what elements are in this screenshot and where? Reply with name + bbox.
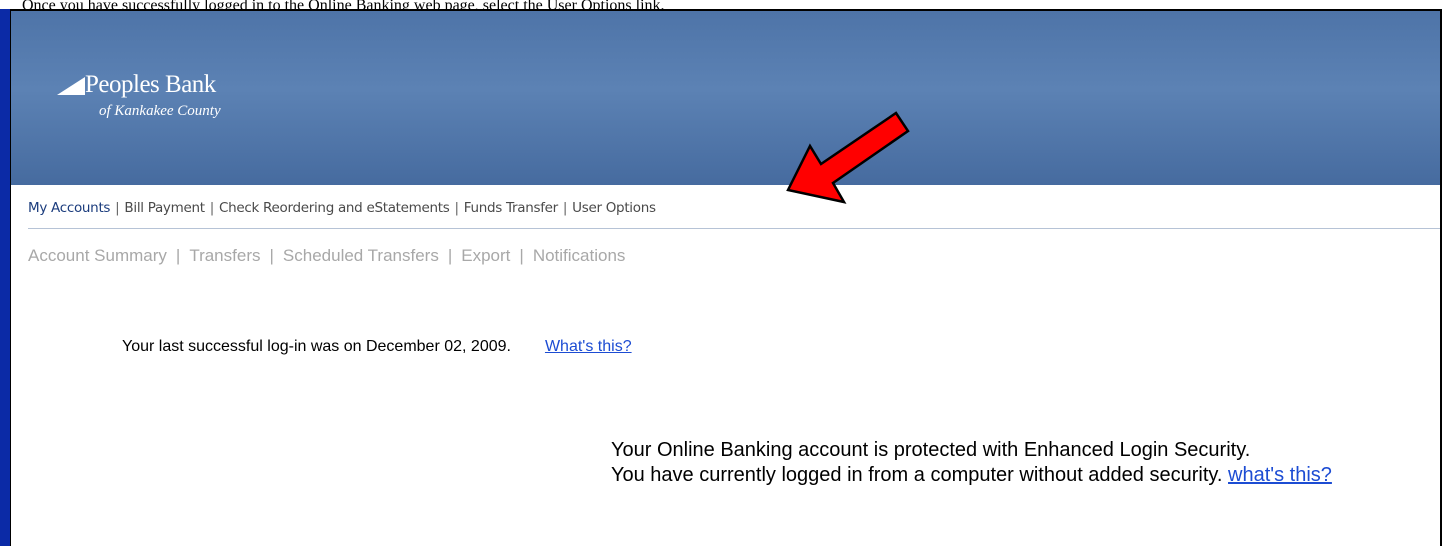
nav-separator: | bbox=[209, 200, 215, 216]
nav-my-accounts[interactable]: My Accounts bbox=[28, 200, 110, 216]
nav-bill-payment[interactable]: Bill Payment bbox=[124, 200, 205, 216]
subnav-separator: | bbox=[175, 246, 181, 265]
header-banner: Peoples Bank of Kankakee County bbox=[11, 11, 1440, 185]
bank-subtitle: of Kankakee County bbox=[99, 103, 221, 119]
nav-separator: | bbox=[115, 200, 120, 216]
last-login-info: Your last successful log-in was on Decem… bbox=[122, 338, 632, 356]
nav-funds-transfer[interactable]: Funds Transfer bbox=[464, 200, 558, 216]
subnav-scheduled-transfers[interactable]: Scheduled Transfers bbox=[283, 246, 439, 265]
window-left-border bbox=[0, 9, 11, 546]
security-notice: Your Online Banking account is protected… bbox=[611, 438, 1440, 488]
subnav-separator: | bbox=[447, 246, 453, 265]
subnav-export[interactable]: Export bbox=[461, 246, 510, 265]
subnav-separator: | bbox=[519, 246, 524, 265]
red-arrow-pointer-icon bbox=[786, 111, 910, 204]
primary-nav: My Accounts | Bill Payment | Check Reorderin… bbox=[28, 200, 1440, 229]
subnav-transfers[interactable]: Transfers bbox=[189, 246, 260, 265]
bank-logo-triangle-icon bbox=[57, 77, 85, 95]
security-line-1: Your Online Banking account is protected… bbox=[611, 439, 1251, 461]
nav-separator: | bbox=[454, 200, 460, 216]
bank-name: Peoples Bank bbox=[85, 71, 216, 98]
security-line-2-row: You have currently logged in from a comp… bbox=[611, 463, 1440, 488]
secondary-nav: Account Summary | Transfers | Scheduled Tran… bbox=[28, 246, 625, 266]
last-login-text: Your last successful log-in was on Decem… bbox=[122, 338, 511, 355]
subnav-notifications[interactable]: Notifications bbox=[533, 246, 626, 265]
nav-separator: | bbox=[562, 200, 568, 216]
whats-this-link[interactable]: What's this? bbox=[545, 338, 632, 355]
subnav-account-summary[interactable]: Account Summary bbox=[28, 246, 167, 265]
security-whats-this-link[interactable]: what's this? bbox=[1228, 464, 1332, 486]
security-line-2: You have currently logged in from a comp… bbox=[611, 464, 1223, 486]
subnav-separator: | bbox=[269, 246, 274, 265]
nav-check-reordering[interactable]: Check Reordering and eStatements bbox=[219, 200, 450, 216]
nav-user-options[interactable]: User Options bbox=[572, 200, 656, 216]
